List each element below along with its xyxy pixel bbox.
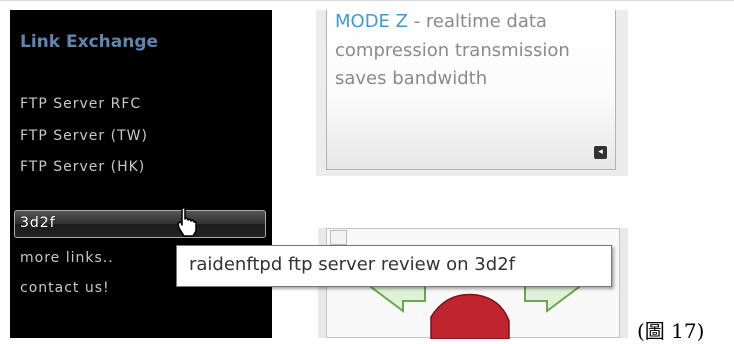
top-divider bbox=[0, 0, 734, 1]
figure-caption: (圖 17) bbox=[637, 319, 705, 343]
sidebar-item-contact-us[interactable]: contact us! bbox=[20, 280, 110, 296]
product-image bbox=[430, 293, 510, 339]
sidebar-item-ftp-server-hk[interactable]: FTP Server (HK) bbox=[20, 159, 145, 175]
sidebar-nav: Link Exchange FTP Server RFC FTP Server … bbox=[10, 10, 272, 338]
sidebar-item-ftp-server-tw[interactable]: FTP Server (TW) bbox=[20, 128, 148, 144]
tooltip: raidenftpd ftp server review on 3d2f bbox=[176, 245, 612, 287]
feature-link[interactable]: MODE Z bbox=[335, 11, 408, 32]
sidebar-item-more-links[interactable]: more links.. bbox=[20, 250, 114, 266]
feature-panel: MODE Z - realtime data compression trans… bbox=[316, 10, 628, 176]
feature-card: MODE Z - realtime data compression trans… bbox=[326, 10, 616, 170]
feature-text: MODE Z - realtime data compression trans… bbox=[335, 8, 605, 94]
hand-cursor-icon bbox=[177, 207, 197, 237]
sidebar-heading: Link Exchange bbox=[20, 32, 159, 52]
expand-icon[interactable]: ◂ bbox=[594, 146, 607, 159]
tooltip-text: raidenftpd ftp server review on 3d2f bbox=[189, 254, 515, 275]
sidebar-item-label: 3d2f bbox=[20, 215, 56, 231]
sidebar-item-ftp-server-rfc[interactable]: FTP Server RFC bbox=[20, 96, 141, 112]
collapse-button[interactable] bbox=[330, 230, 347, 245]
sidebar-item-3d2f[interactable]: 3d2f bbox=[14, 210, 266, 238]
